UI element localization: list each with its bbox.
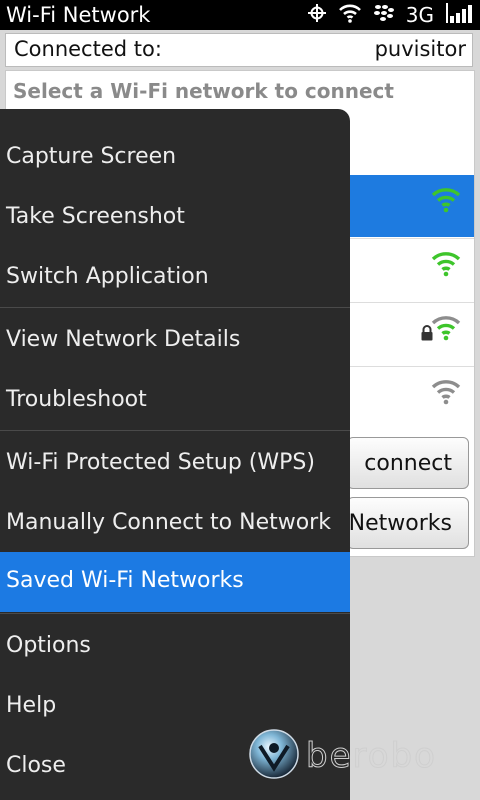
- menu-item-label: Saved Wi-Fi Networks: [6, 568, 244, 593]
- menu-item-label: Capture Screen: [6, 144, 177, 169]
- watermark: berobo: [248, 728, 437, 784]
- menu-item-label: Wi-Fi Protected Setup (WPS): [6, 450, 315, 475]
- menu-item-wps[interactable]: Wi-Fi Protected Setup (WPS): [0, 434, 350, 494]
- menu-item-label: Take Screenshot: [6, 204, 185, 229]
- connected-network-name: puvisitor: [374, 37, 466, 61]
- menu-item-take-screenshot[interactable]: Take Screenshot: [0, 188, 350, 248]
- wifi-weak-icon: [430, 377, 462, 409]
- cell-signal-icon: [446, 3, 474, 27]
- menu-divider: [0, 613, 350, 614]
- menu-divider: [0, 307, 350, 308]
- network-type-label: 3G: [405, 3, 434, 27]
- status-icons: 3G: [307, 3, 474, 27]
- menu-item-capture-screen[interactable]: Capture Screen: [0, 128, 350, 188]
- context-menu: Capture Screen Take Screenshot Switch Ap…: [0, 109, 350, 800]
- menu-item-saved-wifi-networks[interactable]: Saved Wi-Fi Networks: [0, 552, 350, 612]
- wifi-strong-icon: [430, 249, 462, 281]
- connect-button[interactable]: connect: [347, 437, 469, 489]
- menu-item-label: Troubleshoot: [6, 387, 147, 412]
- menu-item-manually-connect[interactable]: Manually Connect to Network: [0, 494, 350, 554]
- menu-item-label: View Network Details: [6, 327, 241, 352]
- menu-item-label: Help: [6, 693, 57, 718]
- wifi-strong-icon: [430, 185, 462, 217]
- menu-item-view-network-details[interactable]: View Network Details: [0, 311, 350, 371]
- menu-item-label: Close: [6, 753, 66, 778]
- menu-item-label: Options: [6, 633, 91, 658]
- wifi-signal-icon: [338, 3, 362, 27]
- blackberry-logo-icon: [373, 4, 394, 26]
- menu-item-label: Switch Application: [6, 264, 209, 289]
- watermark-text: berobo: [306, 736, 437, 777]
- menu-item-switch-application[interactable]: Switch Application: [0, 248, 350, 308]
- menu-item-troubleshoot[interactable]: Troubleshoot: [0, 371, 350, 431]
- saved-networks-button[interactable]: Networks: [347, 497, 469, 549]
- gps-icon: [307, 4, 326, 26]
- berobo-logo-icon: [248, 728, 300, 784]
- network-list-header: Select a Wi-Fi network to connect: [13, 79, 394, 103]
- status-bar: Wi-Fi Network 3G: [0, 0, 480, 30]
- wifi-medium-icon: [430, 313, 462, 345]
- menu-divider: [0, 430, 350, 431]
- window-title: Wi-Fi Network: [6, 3, 151, 27]
- connected-status-bar: Connected to: puvisitor: [5, 33, 473, 67]
- menu-item-options[interactable]: Options: [0, 617, 350, 677]
- connected-label: Connected to:: [14, 37, 162, 61]
- menu-item-label: Manually Connect to Network: [6, 510, 331, 535]
